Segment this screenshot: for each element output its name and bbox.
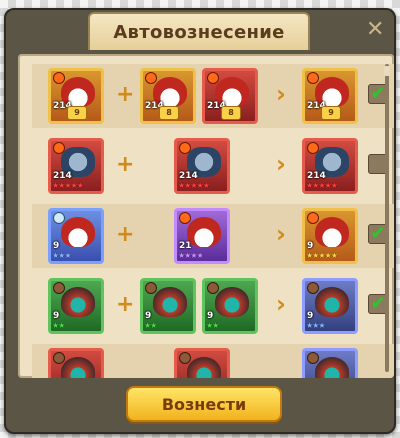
rank-badge: 8 xyxy=(221,106,241,120)
hero-portrait xyxy=(215,287,249,317)
hero-portrait xyxy=(61,217,95,247)
ascend-row: 9 ★★★ + 21 ★★★★ › 9 ★★★★★ ✔ xyxy=(32,204,394,268)
hero-portrait xyxy=(187,217,221,247)
ascend-button-label: Вознести xyxy=(161,394,247,414)
ascend-row: 214 ★★★★★ + 214 ★★★★★ › 214 ★★★★★ xyxy=(32,134,394,198)
ice-element-icon xyxy=(53,212,65,224)
plus-icon: + xyxy=(116,222,135,247)
result-hero-card: 214 9 xyxy=(302,68,358,124)
dialog-title: Автовознесение xyxy=(113,21,285,43)
result-hero-card: 9 ★★★ xyxy=(302,278,358,334)
plus-icon: + xyxy=(116,82,135,107)
material-hero-card[interactable]: 214 8 xyxy=(202,68,258,124)
arrow-right-icon: › xyxy=(276,220,286,248)
rank-badge: 9 xyxy=(321,106,341,120)
result-hero-card: 9 ★★★★★ xyxy=(302,208,358,264)
fire-element-icon xyxy=(53,142,65,154)
hero-stars: ★★★ xyxy=(52,251,71,260)
material-hero-card[interactable] xyxy=(174,348,230,378)
fire-element-icon xyxy=(307,72,319,84)
hero-level: 214 xyxy=(53,171,72,181)
source-hero-card[interactable]: 214 9 xyxy=(48,68,104,124)
rank-badge: 8 xyxy=(159,106,179,120)
hero-level: 9 xyxy=(307,311,314,321)
hero-level: 9 xyxy=(53,241,60,251)
hero-level: 9 xyxy=(307,241,314,251)
source-hero-card[interactable]: 9 ★★★ xyxy=(48,208,104,264)
hero-level: 214 xyxy=(179,171,198,181)
source-hero-card[interactable]: 214 ★★★★★ xyxy=(48,138,104,194)
hero-stars: ★★ xyxy=(52,321,65,330)
ascend-row: 214 9 + 214 8 214 8 › 214 9 ✔ xyxy=(32,64,394,128)
arrow-right-icon: › xyxy=(276,290,286,318)
hero-stars: ★★★ xyxy=(306,321,325,330)
ascend-row: 9 ★★ + 9 ★★ 9 ★★ › 9 ★★★ ✔ xyxy=(32,274,394,338)
hero-level: 214 xyxy=(307,171,326,181)
hero-level: 9 xyxy=(207,311,214,321)
hero-portrait xyxy=(315,357,349,378)
earth-element-icon xyxy=(179,352,191,364)
hero-stars: ★★★★★ xyxy=(178,181,210,190)
earth-element-icon xyxy=(53,352,65,364)
scrollbar-thumb[interactable] xyxy=(384,66,390,76)
fire-element-icon xyxy=(145,72,157,84)
source-hero-card[interactable] xyxy=(48,348,104,378)
plus-icon: + xyxy=(116,152,135,177)
hero-stars: ★★★★★ xyxy=(52,181,84,190)
close-icon[interactable]: ✕ xyxy=(366,19,384,41)
scrollbar-track[interactable] xyxy=(385,64,389,372)
material-hero-card[interactable]: 214 8 xyxy=(140,68,196,124)
material-hero-card[interactable]: 214 ★★★★★ xyxy=(174,138,230,194)
fire-element-icon xyxy=(179,212,191,224)
arrow-right-icon: › xyxy=(276,80,286,108)
hero-portrait xyxy=(61,357,95,378)
hero-portrait xyxy=(187,357,221,378)
ascend-button[interactable]: Вознести xyxy=(126,386,282,422)
material-hero-card[interactable]: 9 ★★ xyxy=(202,278,258,334)
hero-stars: ★★★★★ xyxy=(306,251,338,260)
hero-level: 9 xyxy=(145,311,152,321)
earth-element-icon xyxy=(307,282,319,294)
fire-element-icon xyxy=(307,212,319,224)
material-hero-card[interactable]: 21 ★★★★ xyxy=(174,208,230,264)
ascend-dialog: Автовознесение ✕ 214 9 + 214 8 214 8 › 2… xyxy=(4,8,396,434)
earth-element-icon xyxy=(307,352,319,364)
earth-element-icon xyxy=(207,282,219,294)
hero-stars: ★★★★★ xyxy=(306,181,338,190)
earth-element-icon xyxy=(145,282,157,294)
hero-stars: ★★ xyxy=(144,321,157,330)
hero-portrait xyxy=(315,217,349,247)
fire-element-icon xyxy=(179,142,191,154)
hero-level: 21 xyxy=(179,241,192,251)
hero-level: 9 xyxy=(53,311,60,321)
plus-icon: + xyxy=(116,292,135,317)
hero-stars: ★★★★ xyxy=(178,251,204,260)
fire-element-icon xyxy=(307,142,319,154)
result-hero-card: 214 ★★★★★ xyxy=(302,138,358,194)
fire-element-icon xyxy=(207,72,219,84)
hero-portrait xyxy=(315,287,349,317)
result-hero-card xyxy=(302,348,358,378)
source-hero-card[interactable]: 9 ★★ xyxy=(48,278,104,334)
hero-portrait xyxy=(153,287,187,317)
fire-element-icon xyxy=(53,72,65,84)
hero-stars: ★★ xyxy=(206,321,219,330)
hero-portrait xyxy=(61,287,95,317)
dialog-title-tab: Автовознесение xyxy=(88,12,310,50)
material-hero-card[interactable]: 9 ★★ xyxy=(140,278,196,334)
rank-badge: 9 xyxy=(67,106,87,120)
earth-element-icon xyxy=(53,282,65,294)
hero-list: 214 9 + 214 8 214 8 › 214 9 ✔ 214 ★★★★★ … xyxy=(18,54,394,378)
arrow-right-icon: › xyxy=(276,150,286,178)
ascend-row xyxy=(32,344,394,378)
